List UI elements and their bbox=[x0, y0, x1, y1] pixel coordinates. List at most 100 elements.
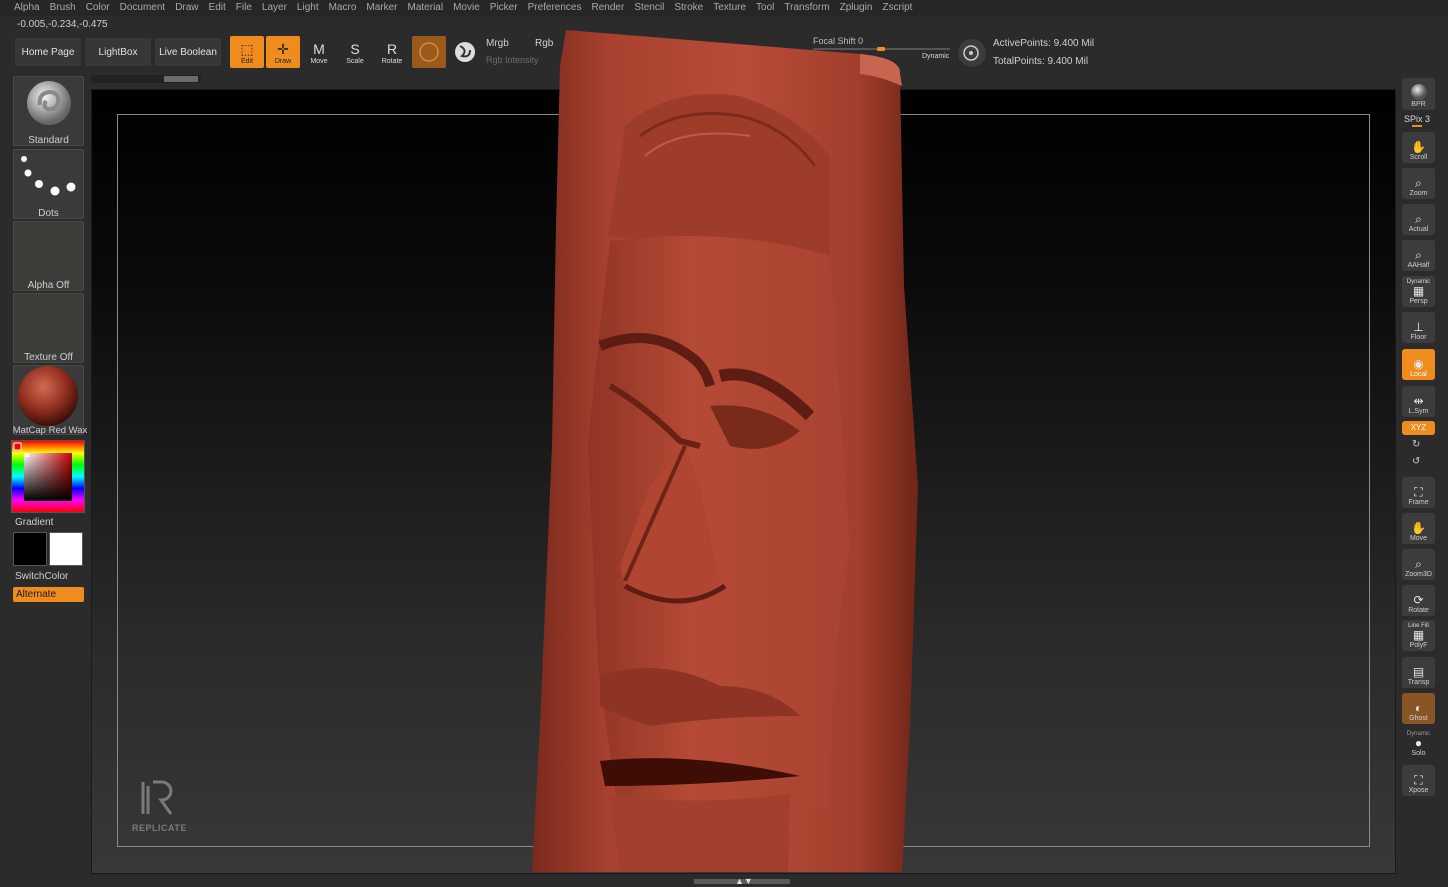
menu-color[interactable]: Color bbox=[86, 0, 110, 16]
hand-icon: ✋ bbox=[1411, 140, 1426, 154]
stroke-label: Dots bbox=[38, 208, 59, 219]
material-icon bbox=[419, 42, 439, 62]
solo-button[interactable]: Dynamic ● Solo bbox=[1402, 728, 1435, 759]
sculpt-model[interactable] bbox=[530, 26, 920, 872]
matcap-red-wax-icon bbox=[18, 366, 78, 426]
persp-button[interactable]: Dynamic ▦ Persp bbox=[1402, 276, 1435, 307]
bpr-sphere-icon bbox=[1410, 84, 1427, 100]
z-rotate-icon[interactable]: ↺ bbox=[1412, 456, 1420, 467]
menu-stencil[interactable]: Stencil bbox=[634, 0, 664, 16]
menu-transform[interactable]: Transform bbox=[784, 0, 829, 16]
menu-zplugin[interactable]: Zplugin bbox=[840, 0, 873, 16]
menu-document[interactable]: Document bbox=[120, 0, 166, 16]
persp-label: Persp bbox=[1409, 298, 1428, 305]
secondary-color-swatch[interactable] bbox=[49, 532, 83, 566]
y-rotate-icon[interactable]: ↻ bbox=[1412, 439, 1420, 450]
dynamic-toggle[interactable]: Dynamic bbox=[922, 53, 949, 60]
floor-button[interactable]: ⊥ Floor bbox=[1402, 312, 1435, 343]
replicate-logo: REPLICATE bbox=[131, 778, 187, 834]
xyz-button[interactable]: XYZ bbox=[1402, 421, 1435, 435]
solo-icon: ● bbox=[1414, 736, 1423, 750]
rotate-view-icon: ⟳ bbox=[1413, 593, 1424, 607]
color-picker[interactable] bbox=[11, 440, 85, 513]
actual-button[interactable]: ⌕ Actual bbox=[1402, 204, 1435, 235]
rotate-icon: R bbox=[386, 41, 398, 57]
ghost-button[interactable]: ◐ Ghost bbox=[1402, 693, 1435, 724]
scroll-button[interactable]: ✋ Scroll bbox=[1402, 132, 1435, 163]
dots-stroke-icon bbox=[21, 156, 76, 196]
draw-size-button[interactable] bbox=[958, 39, 986, 67]
menu-zscript[interactable]: Zscript bbox=[882, 0, 912, 16]
document-scroll-thumb[interactable] bbox=[164, 76, 198, 82]
menu-light[interactable]: Light bbox=[297, 0, 319, 16]
bpr-label: BPR bbox=[1411, 101, 1426, 108]
menu-edit[interactable]: Edit bbox=[209, 0, 226, 16]
menu-macro[interactable]: Macro bbox=[329, 0, 357, 16]
menu-preferences[interactable]: Preferences bbox=[528, 0, 582, 16]
menu-file[interactable]: File bbox=[236, 0, 252, 16]
menu-texture[interactable]: Texture bbox=[713, 0, 746, 16]
menu-alpha[interactable]: Alpha bbox=[14, 0, 40, 16]
material-toggle-button[interactable] bbox=[412, 36, 446, 68]
aahalf-icon: ⌕ bbox=[1415, 248, 1422, 262]
floor-label: Floor bbox=[1410, 334, 1427, 341]
standard-brush-icon bbox=[27, 81, 71, 125]
aahalf-button[interactable]: ⌕ AAHalf bbox=[1402, 240, 1435, 271]
material-label: MatCap Red Wax bbox=[12, 425, 88, 436]
menu-draw[interactable]: Draw bbox=[175, 0, 198, 16]
zbrush-app: Alpha Brush Color Document Draw Edit Fil… bbox=[0, 0, 1448, 887]
menu-picker[interactable]: Picker bbox=[490, 0, 518, 16]
cursor-coordinates: -0.005,-0.234,-0.475 bbox=[17, 19, 108, 30]
menu-brush[interactable]: Brush bbox=[50, 0, 76, 16]
brush-label: Standard bbox=[28, 135, 69, 146]
mrgb-toggle[interactable]: Mrgb bbox=[486, 38, 509, 49]
alpha-label: Alpha Off bbox=[27, 280, 70, 291]
home-page-button[interactable]: Home Page bbox=[14, 37, 82, 67]
menu-render[interactable]: Render bbox=[592, 0, 625, 16]
zoom3d-button[interactable]: ⌕ Zoom3D bbox=[1402, 549, 1435, 580]
frame-icon: ⛶ bbox=[1414, 485, 1423, 499]
frame-button[interactable]: ⛶ Frame bbox=[1402, 477, 1435, 508]
document-scrollbar[interactable] bbox=[91, 75, 201, 83]
menu-tool[interactable]: Tool bbox=[756, 0, 774, 16]
alternate-button[interactable]: Alternate bbox=[13, 587, 84, 602]
edit-button[interactable]: ⬚ Edit bbox=[230, 36, 264, 68]
menu-marker[interactable]: Marker bbox=[366, 0, 397, 16]
scale-button[interactable]: S Scale bbox=[338, 36, 372, 68]
main-color-swatch[interactable] bbox=[13, 532, 47, 566]
total-points: TotalPoints: 9.400 Mil bbox=[993, 56, 1089, 67]
xpose-button[interactable]: ⛶ Xpose bbox=[1402, 765, 1435, 796]
rotate-button[interactable]: R Rotate bbox=[375, 36, 409, 68]
gradient-toggle[interactable]: Gradient bbox=[15, 517, 53, 528]
ghost-label: Ghost bbox=[1409, 715, 1428, 722]
polyframe-grid-icon: ▦ bbox=[1412, 628, 1425, 642]
menu-layer[interactable]: Layer bbox=[262, 0, 287, 16]
menu-movie[interactable]: Movie bbox=[453, 0, 480, 16]
tray-arrows-icon[interactable]: ▲▼ bbox=[735, 876, 753, 886]
lightbox-button[interactable]: LightBox bbox=[84, 37, 152, 67]
bpr-render-button[interactable]: BPR bbox=[1402, 78, 1435, 110]
move-button[interactable]: M Move bbox=[302, 36, 336, 68]
rotate-view-button[interactable]: ⟳ Rotate bbox=[1402, 585, 1435, 616]
polyf-button[interactable]: Line Fill ▦ PolyF bbox=[1402, 620, 1435, 651]
lsym-button[interactable]: ⇹ L.Sym bbox=[1402, 386, 1435, 417]
spix-knob[interactable] bbox=[1412, 125, 1422, 127]
lsym-label: L.Sym bbox=[1408, 408, 1429, 415]
draw-label: Draw bbox=[274, 58, 292, 65]
matcap-sphere-button[interactable] bbox=[448, 36, 482, 68]
edit-icon: ⬚ bbox=[240, 41, 254, 57]
actual-label: Actual bbox=[1408, 226, 1429, 233]
move-view-button[interactable]: ✋ Move bbox=[1402, 513, 1435, 544]
menu-material[interactable]: Material bbox=[408, 0, 444, 16]
color-wheel[interactable] bbox=[12, 441, 84, 512]
aahalf-label: AAHalf bbox=[1407, 262, 1430, 269]
menu-stroke[interactable]: Stroke bbox=[674, 0, 703, 16]
switch-color-button[interactable]: SwitchColor bbox=[15, 571, 68, 582]
zoom-button[interactable]: ⌕ Zoom bbox=[1402, 168, 1435, 199]
local-icon: ◉ bbox=[1413, 357, 1424, 371]
draw-button[interactable]: ✛ Draw bbox=[266, 36, 300, 68]
live-boolean-button[interactable]: Live Boolean bbox=[154, 37, 222, 67]
local-button[interactable]: ◉ Local bbox=[1402, 349, 1435, 380]
transp-button[interactable]: ▤ Transp bbox=[1402, 657, 1435, 688]
spix-slider[interactable]: SPix 3 bbox=[1404, 114, 1430, 124]
